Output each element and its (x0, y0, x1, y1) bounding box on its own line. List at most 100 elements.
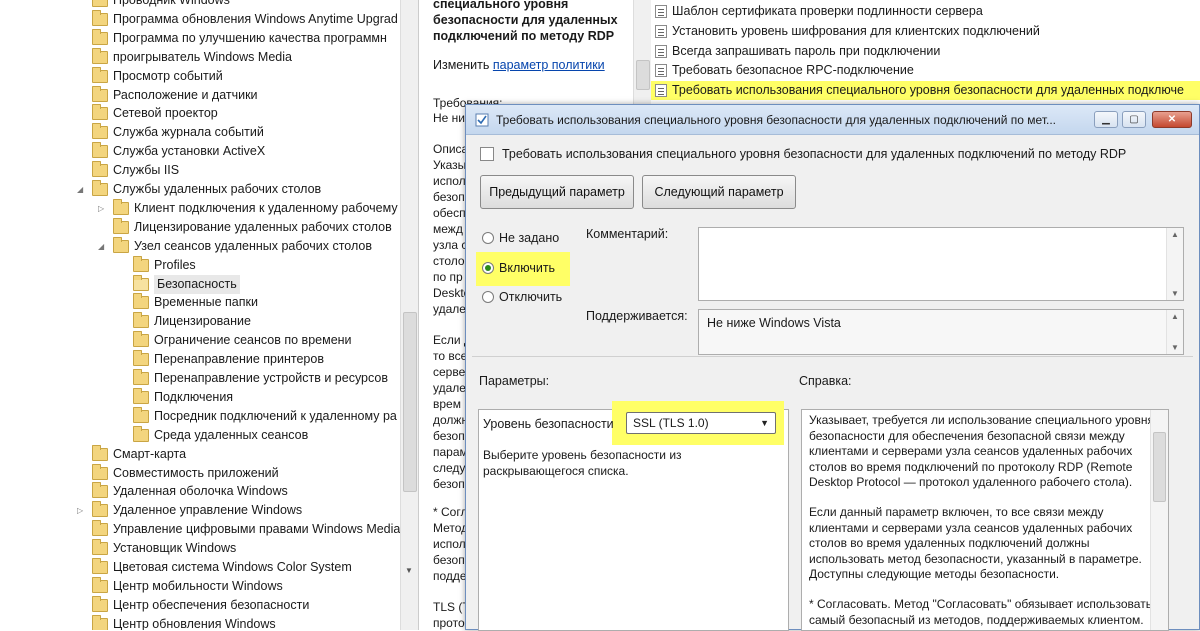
setting-header-icon (480, 147, 494, 161)
security-level-select[interactable]: SSL (TLS 1.0) ▼ (626, 412, 776, 434)
collapse-arrow-icon[interactable]: ◢ (77, 185, 86, 194)
tree-item[interactable]: Центр обновления Windows (0, 614, 400, 630)
tree-item[interactable]: Временные папки (0, 293, 400, 312)
tree-item[interactable]: Подключения (0, 387, 400, 407)
tree-item[interactable]: Управление цифровыми правами Windows Med… (0, 520, 400, 539)
radio-not-set-indicator[interactable] (482, 232, 494, 244)
tree-item[interactable]: Службы IIS (0, 161, 400, 180)
setting-row[interactable]: Шаблон сертификата проверки подлинности … (651, 2, 1200, 21)
tree-item[interactable]: Profiles (0, 255, 400, 275)
folder-icon (92, 161, 108, 178)
tree-item-label: Установщик Windows (113, 541, 237, 556)
scroll-down-icon[interactable]: ▼ (1171, 289, 1179, 298)
previous-setting-button[interactable]: Предыдущий параметр (480, 175, 634, 209)
folder-icon (133, 350, 149, 367)
tree-item[interactable]: Смарт-карта (0, 444, 400, 464)
tree-item[interactable]: Центр мобильности Windows (0, 576, 400, 596)
tree-item[interactable]: Среда удаленных сеансов (0, 425, 400, 445)
tree-item[interactable]: проигрыватель Windows Media (0, 47, 400, 67)
expand-arrow-icon[interactable]: ▷ (98, 204, 107, 213)
tree-item[interactable]: Служба установки ActiveX (0, 142, 400, 161)
tree-item-label: Клиент подключения к удаленному рабочему (134, 200, 398, 215)
setting-row[interactable]: Требовать использования специального уро… (651, 81, 1200, 100)
description-text-fragment: узла с (433, 238, 468, 252)
setting-row-label: Требовать безопасное RPC-подключение (672, 63, 914, 78)
help-scrollbar[interactable] (1150, 410, 1168, 630)
folder-icon (92, 47, 108, 64)
maximize-button[interactable]: ▢ (1122, 111, 1146, 128)
edit-policy-link[interactable]: параметр политики (493, 58, 605, 72)
tree-item-label: Перенаправление устройств и ресурсов (154, 371, 388, 385)
tree-item-label: Центр обновления Windows (113, 616, 276, 630)
supported-scrollbar[interactable]: ▲ ▼ (1166, 310, 1183, 354)
dialog-header: Требовать использования специального уро… (480, 147, 1126, 161)
edit-policy-row: Изменить параметр политики (433, 58, 625, 72)
tree-item[interactable]: Просмотр событий (0, 66, 400, 86)
tree-item[interactable]: Посредник подключений к удаленному ра (0, 406, 400, 426)
radio-enable-indicator[interactable] (482, 262, 494, 274)
tree-item[interactable]: Ограничение сеансов по времени (0, 331, 400, 350)
tree-item[interactable]: Установщик Windows (0, 539, 400, 558)
next-setting-button[interactable]: Следующий параметр (642, 175, 796, 209)
folder-icon (92, 0, 108, 7)
scroll-down-icon[interactable]: ▼ (1171, 343, 1179, 352)
tree-item[interactable]: Лицензирование удаленных рабочих столов (0, 217, 400, 237)
scroll-up-icon[interactable]: ▲ (1171, 230, 1179, 239)
description-text-fragment: по пр (433, 270, 463, 284)
folder-icon (92, 444, 108, 461)
tree-item[interactable]: Центр обеспечения безопасности (0, 595, 400, 615)
setting-row[interactable]: Всегда запрашивать пароль при подключени… (651, 42, 1200, 61)
tree-item[interactable]: Перенаправление принтеров (0, 350, 400, 369)
description-text-fragment: безоп (433, 190, 465, 204)
folder-icon (92, 142, 108, 159)
radio-enable[interactable]: Включить (482, 259, 555, 277)
scroll-down-arrow-icon[interactable]: ▼ (405, 566, 413, 575)
description-text-fragment: межд (433, 222, 463, 236)
help-scrollbar-thumb[interactable] (1153, 432, 1166, 502)
description-text-fragment: Описа (433, 142, 469, 156)
tree-item[interactable]: Программа обновления Windows Anytime Upg… (0, 9, 400, 29)
setting-row[interactable]: Требовать безопасное RPC-подключение (651, 61, 1200, 80)
tree-item-label: Управление цифровыми правами Windows Med… (113, 522, 401, 537)
expand-arrow-icon[interactable]: ▷ (77, 506, 86, 515)
tree-item[interactable]: Удаленная оболочка Windows (0, 482, 400, 501)
tree-item-label: Ограничение сеансов по времени (154, 333, 352, 348)
comment-textarea[interactable]: ▲ ▼ (698, 227, 1184, 301)
tree-item-label: Смарт-карта (113, 446, 187, 461)
tree-item[interactable]: Сетевой проектор (0, 104, 400, 123)
tree-item[interactable]: ◢ Службы удаленных рабочих столов (0, 180, 400, 199)
minimize-button[interactable]: ▁ (1094, 111, 1118, 128)
tree-item[interactable]: Служба журнала событий (0, 123, 400, 142)
description-scrollbar-thumb[interactable] (636, 60, 650, 90)
setting-row[interactable]: Установить уровень шифрования для клиент… (651, 22, 1200, 41)
radio-not-set[interactable]: Не задано (482, 229, 559, 247)
dropdown-arrow-icon[interactable]: ▼ (760, 413, 769, 433)
tree-item[interactable]: Безопасность (0, 274, 400, 294)
description-text-fragment: серве (433, 365, 466, 379)
tree-item[interactable]: ▷ Клиент подключения к удаленному рабочем… (0, 198, 400, 218)
radio-disable[interactable]: Отключить (482, 288, 562, 306)
tree-item[interactable]: ◢ Узел сеансов удаленных рабочих столов (0, 236, 400, 256)
tree-item[interactable]: Расположение и датчики (0, 85, 400, 105)
tree-item[interactable]: Программа по улучшению качества программ… (0, 28, 400, 48)
dialog-title: Требовать использования специального уро… (496, 113, 1056, 127)
minimize-icon: ▁ (1102, 114, 1110, 125)
tree-item[interactable]: Цветовая система Windows Color System (0, 558, 400, 577)
tree-item[interactable]: Перенаправление устройств и ресурсов (0, 369, 400, 388)
setting-row-label: Установить уровень шифрования для клиент… (672, 23, 1040, 38)
tree-item[interactable]: ▷ Удаленное управление Windows (0, 501, 400, 520)
description-text-fragment: обесп (433, 206, 466, 220)
params-hint: Выберите уровень безопасности из раскрыв… (483, 448, 682, 478)
tree-item[interactable]: Проводник Windows (0, 0, 400, 10)
tree-item[interactable]: Лицензирование (0, 312, 400, 331)
close-button[interactable]: ✕ (1152, 111, 1192, 128)
dialog-title-bar[interactable]: Требовать использования специального уро… (466, 105, 1199, 135)
tree-scrollbar-thumb[interactable] (403, 312, 417, 492)
tree-scrollbar[interactable]: ▼ (400, 0, 418, 630)
scroll-up-icon[interactable]: ▲ (1171, 312, 1179, 321)
description-text-fragment: безоп (433, 553, 465, 567)
collapse-arrow-icon[interactable]: ◢ (98, 242, 107, 251)
radio-disable-indicator[interactable] (482, 291, 494, 303)
comment-scrollbar[interactable]: ▲ ▼ (1166, 228, 1183, 300)
tree-item[interactable]: Совместимость приложений (0, 463, 400, 483)
